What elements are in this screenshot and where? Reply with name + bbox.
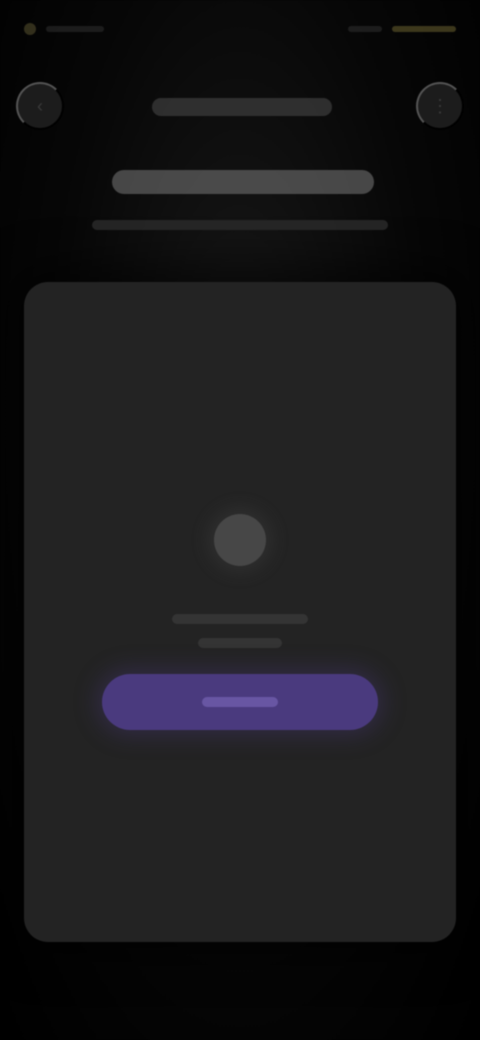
empty-state-submessage-placeholder <box>198 638 282 648</box>
primary-action-label-placeholder <box>202 697 278 707</box>
subheadline-placeholder <box>92 220 388 230</box>
main-card <box>24 282 456 942</box>
blurred-screen: ‹ ⋮ <box>0 0 480 1040</box>
status-right <box>348 26 456 32</box>
status-signal-placeholder <box>348 26 382 32</box>
back-icon: ‹ <box>37 95 43 116</box>
empty-state-message-placeholder <box>172 614 308 624</box>
status-bar <box>24 14 456 44</box>
status-left <box>24 23 104 35</box>
page-title-placeholder <box>152 98 332 116</box>
menu-icon: ⋮ <box>431 95 449 116</box>
primary-action-button[interactable] <box>102 674 378 730</box>
empty-state <box>24 514 456 730</box>
header: ‹ ⋮ <box>0 76 480 136</box>
status-battery-placeholder <box>392 26 456 32</box>
headline-placeholder <box>112 170 374 194</box>
back-button[interactable]: ‹ <box>16 82 64 130</box>
status-time-placeholder <box>46 26 104 32</box>
empty-state-icon <box>214 514 266 566</box>
menu-button[interactable]: ⋮ <box>416 82 464 130</box>
status-indicator-icon <box>24 23 36 35</box>
